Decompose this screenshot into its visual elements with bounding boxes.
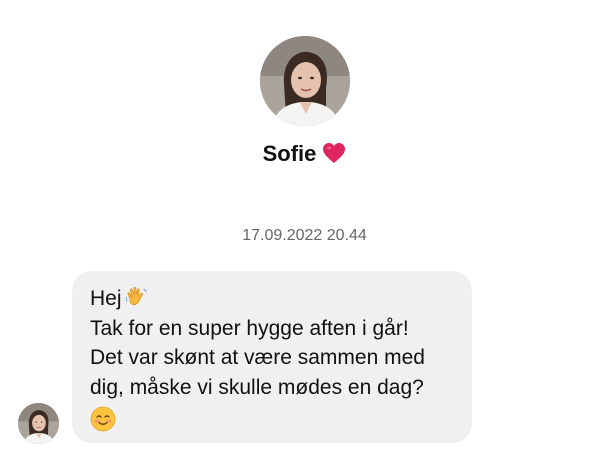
message-line: Det var skønt at være sammen med [90,346,425,369]
message-line: Tak for en super hygge aften i går! [90,316,409,340]
heart-icon [323,143,346,163]
smiling-face-icon [90,406,116,432]
profile-photo-small [18,403,59,444]
sender-avatar[interactable] [18,403,59,444]
message-bubble[interactable]: Hej Tak for en super hygge aften i går! … [72,271,472,443]
message-line: dig, måske vi skulle mødes en dag? [90,375,424,399]
waving-hand-icon [125,286,147,306]
profile-photo [260,36,350,126]
contact-name: Sofie [262,141,317,166]
contact-avatar[interactable] [260,36,350,126]
contact-name-row[interactable]: Sofie [0,138,609,170]
message-greeting: Hej [90,287,122,310]
message-timestamp: 17.09.2022 20.44 [242,227,367,244]
message-line: Hej [90,284,454,314]
